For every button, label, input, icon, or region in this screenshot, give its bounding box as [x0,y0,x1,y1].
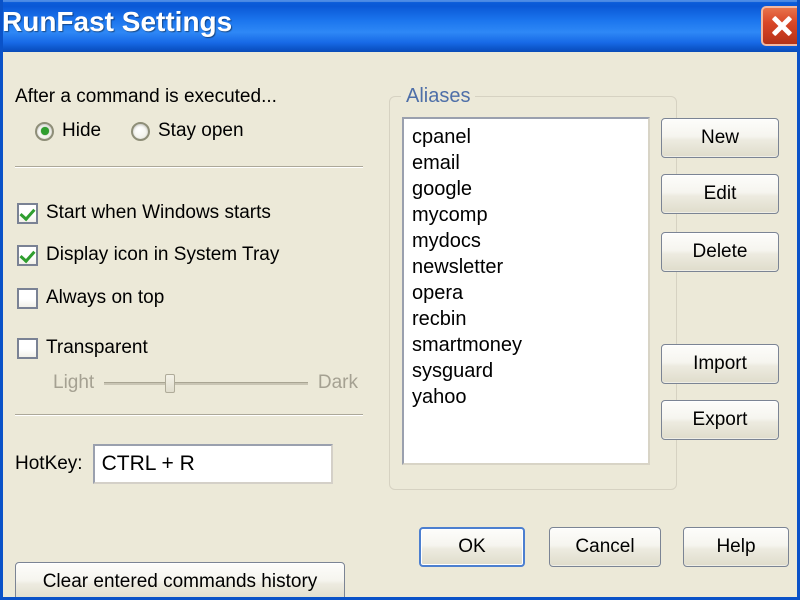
radio-hide-label: Hide [62,120,102,141]
checkbox-transparent-indicator [17,337,38,359]
slider-max-label: Dark [317,372,358,393]
list-item[interactable]: opera [412,280,648,306]
checkbox-always-on-top-indicator [17,287,38,309]
transparency-slider[interactable] [104,372,308,394]
help-button[interactable]: Help [683,527,789,567]
close-icon[interactable] [761,6,797,46]
export-aliases-button[interactable]: Export [661,400,779,440]
list-item[interactable]: smartmoney [412,332,648,358]
hotkey-input[interactable]: CTRL + R [92,444,333,484]
separator-top [15,166,363,168]
list-item[interactable]: sysguard [412,358,648,384]
window-title: RunFast Settings [2,6,233,37]
checkbox-system-tray-icon-indicator [17,244,38,266]
checkbox-system-tray-icon[interactable]: Display icon in System Tray [17,244,279,266]
list-item[interactable]: recbin [412,306,648,332]
slider-min-label: Light [53,372,95,393]
checkbox-always-on-top-label: Always on top [46,287,165,308]
list-item[interactable]: email [412,150,648,176]
radio-stay-open-indicator [131,121,150,141]
separator-bottom [15,414,363,416]
radio-stay-open-label: Stay open [158,120,244,141]
execution-behavior-label: After a command is executed... [15,86,277,107]
checkbox-start-with-windows[interactable]: Start when Windows starts [17,202,271,224]
list-item[interactable]: newsletter [412,254,648,280]
list-item[interactable]: google [412,176,648,202]
checkbox-start-with-windows-label: Start when Windows starts [46,202,271,223]
transparency-slider-row: Light Dark [53,370,358,396]
edit-alias-button[interactable]: Edit [661,174,779,214]
left-options-panel: After a command is executed... Hide Stay… [3,52,383,597]
aliases-group-label: Aliases [401,85,476,108]
radio-hide[interactable]: Hide [35,120,101,142]
clear-history-button[interactable]: Clear entered commands history [15,562,345,597]
slider-track [104,382,308,385]
list-item[interactable]: mydocs [412,228,648,254]
checkbox-transparent-label: Transparent [46,337,148,358]
title-bar: RunFast Settings [2,0,797,52]
ok-button[interactable]: OK [419,527,525,567]
radio-stay-open[interactable]: Stay open [131,120,244,142]
hotkey-row: HotKey: CTRL + R [15,444,333,484]
list-item[interactable]: yahoo [412,384,648,410]
slider-thumb[interactable] [165,374,176,393]
settings-dialog-window: RunFast Settings After a command is exec… [0,0,800,600]
checkbox-system-tray-icon-label: Display icon in System Tray [46,244,280,265]
checkbox-start-with-windows-indicator [17,202,38,224]
list-item[interactable]: cpanel [412,124,648,150]
list-item[interactable]: mycomp [412,202,648,228]
checkbox-transparent[interactable]: Transparent [17,337,148,359]
aliases-listbox[interactable]: cpanel email google mycomp mydocs newsle… [402,117,650,465]
radio-hide-indicator [35,121,54,141]
hotkey-label: HotKey: [15,453,83,474]
checkbox-always-on-top[interactable]: Always on top [17,287,164,309]
new-alias-button[interactable]: New [661,118,779,158]
delete-alias-button[interactable]: Delete [661,232,779,272]
cancel-button[interactable]: Cancel [549,527,661,567]
import-aliases-button[interactable]: Import [661,344,779,384]
